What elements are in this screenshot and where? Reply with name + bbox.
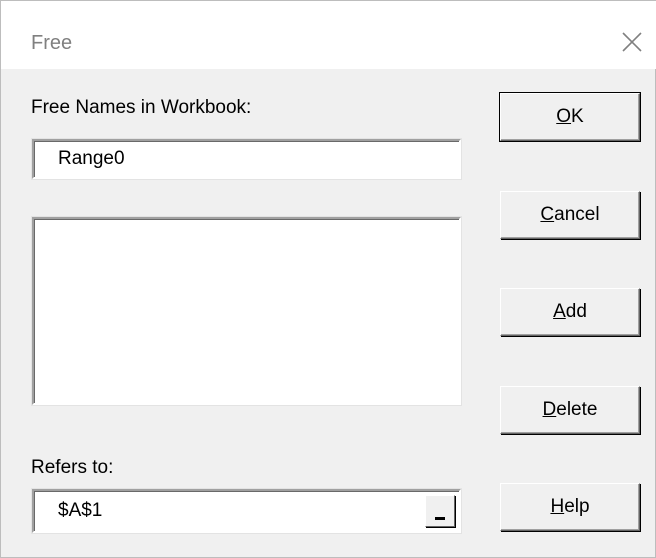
cancel-label: ancel — [554, 204, 600, 225]
refers-to-label: Refers to: — [31, 457, 114, 478]
help-button[interactable]: Help — [500, 483, 640, 531]
add-mnemonic: A — [553, 301, 566, 322]
title-bar: Free — [1, 1, 656, 69]
refers-to-value: $A$1 — [58, 500, 103, 521]
collapse-dialog-button[interactable] — [425, 495, 455, 527]
window-title: Free — [31, 32, 73, 54]
cancel-mnemonic: C — [540, 204, 555, 225]
delete-mnemonic: D — [542, 399, 557, 420]
name-input[interactable]: Range0 — [32, 139, 461, 179]
names-listbox[interactable] — [32, 217, 461, 405]
delete-label: elete — [556, 399, 598, 420]
collapse-dialog-icon — [435, 517, 445, 520]
ok-mnemonic: O — [556, 106, 572, 127]
refers-to-input[interactable]: $A$1 — [32, 489, 461, 533]
add-button[interactable]: Add — [500, 288, 640, 336]
name-input-value: Range0 — [58, 148, 125, 169]
names-label: Free Names in Workbook: — [31, 97, 252, 118]
close-button[interactable] — [617, 27, 647, 57]
cancel-button[interactable]: Cancel — [500, 191, 640, 239]
help-mnemonic: H — [550, 496, 565, 517]
add-label: dd — [565, 301, 587, 322]
help-label: elp — [564, 496, 590, 517]
close-icon — [622, 32, 642, 52]
free-dialog: Free Free Names in Workbook: Range0 Refe… — [0, 0, 656, 558]
ok-button[interactable]: OK — [499, 92, 641, 142]
ok-label: K — [571, 106, 584, 127]
delete-button[interactable]: Delete — [500, 386, 640, 434]
